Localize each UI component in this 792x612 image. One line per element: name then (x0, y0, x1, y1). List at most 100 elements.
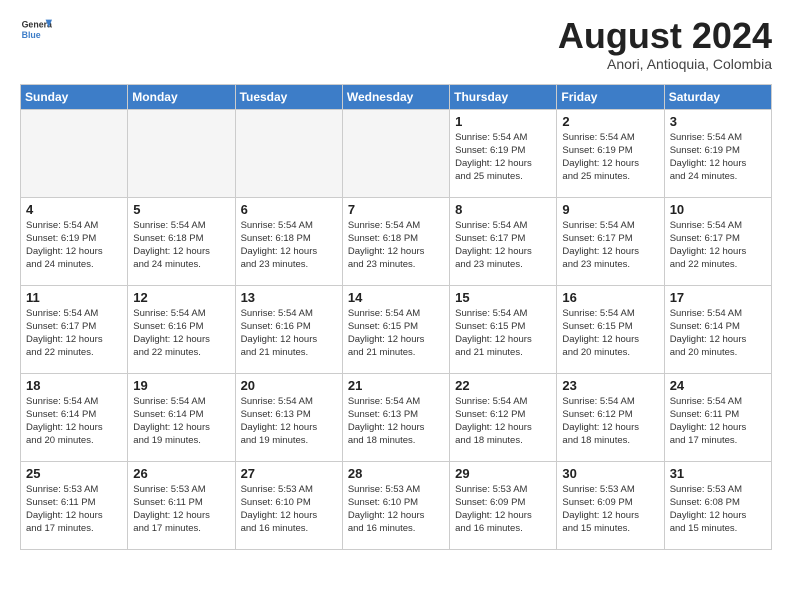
calendar-cell: 28 Sunrise: 5:53 AM Sunset: 6:10 PM Dayli… (342, 461, 449, 549)
day-info: Sunrise: 5:54 AM Sunset: 6:15 PM Dayligh… (348, 307, 444, 360)
day-number: 20 (241, 378, 337, 393)
page-header: General Blue General Blue August 2024 An… (20, 16, 772, 72)
calendar-table: SundayMondayTuesdayWednesdayThursdayFrid… (20, 84, 772, 550)
day-number: 4 (26, 202, 122, 217)
svg-text:Blue: Blue (22, 30, 41, 40)
day-number: 12 (133, 290, 229, 305)
day-info: Sunrise: 5:54 AM Sunset: 6:19 PM Dayligh… (670, 131, 766, 184)
calendar-cell: 15 Sunrise: 5:54 AM Sunset: 6:15 PM Dayli… (450, 285, 557, 373)
day-number: 3 (670, 114, 766, 129)
day-number: 28 (348, 466, 444, 481)
day-info: Sunrise: 5:54 AM Sunset: 6:16 PM Dayligh… (133, 307, 229, 360)
calendar-cell: 8 Sunrise: 5:54 AM Sunset: 6:17 PM Daylig… (450, 197, 557, 285)
col-header-saturday: Saturday (664, 84, 771, 109)
calendar-cell (21, 109, 128, 197)
calendar-cell: 25Sunrise: 5:53 AM Sunset: 6:11 PM Dayli… (21, 461, 128, 549)
day-number: 25 (26, 466, 122, 481)
day-number: 10 (670, 202, 766, 217)
calendar-week-4: 18 Sunrise: 5:54 AM Sunset: 6:14 PM Dayli… (21, 373, 772, 461)
calendar-cell: 14 Sunrise: 5:54 AM Sunset: 6:15 PM Dayli… (342, 285, 449, 373)
calendar-cell: 12 Sunrise: 5:54 AM Sunset: 6:16 PM Dayli… (128, 285, 235, 373)
day-info: Sunrise: 5:54 AM Sunset: 6:19 PM Dayligh… (562, 131, 658, 184)
calendar-cell (342, 109, 449, 197)
day-number: 19 (133, 378, 229, 393)
day-number: 24 (670, 378, 766, 393)
day-number: 23 (562, 378, 658, 393)
calendar-cell: 21Sunrise: 5:54 AM Sunset: 6:13 PM Dayli… (342, 373, 449, 461)
day-number: 22 (455, 378, 551, 393)
logo-icon: General Blue (20, 16, 52, 44)
day-info: Sunrise: 5:54 AM Sunset: 6:12 PM Dayligh… (455, 395, 551, 448)
day-info: Sunrise: 5:54 AM Sunset: 6:17 PM Dayligh… (670, 219, 766, 272)
day-info: Sunrise: 5:54 AM Sunset: 6:13 PM Dayligh… (241, 395, 337, 448)
calendar-cell: 27Sunrise: 5:53 AM Sunset: 6:10 PM Dayli… (235, 461, 342, 549)
calendar-cell: 10 Sunrise: 5:54 AM Sunset: 6:17 PM Dayli… (664, 197, 771, 285)
day-info: Sunrise: 5:54 AM Sunset: 6:15 PM Dayligh… (562, 307, 658, 360)
day-info: Sunrise: 5:54 AM Sunset: 6:18 PM Dayligh… (133, 219, 229, 272)
day-number: 1 (455, 114, 551, 129)
day-info: Sunrise: 5:54 AM Sunset: 6:11 PM Dayligh… (670, 395, 766, 448)
col-header-thursday: Thursday (450, 84, 557, 109)
day-info: Sunrise: 5:53 AM Sunset: 6:10 PM Dayligh… (348, 483, 444, 536)
day-info: Sunrise: 5:53 AM Sunset: 6:09 PM Dayligh… (562, 483, 658, 536)
calendar-cell (128, 109, 235, 197)
day-info: Sunrise: 5:54 AM Sunset: 6:19 PM Dayligh… (26, 219, 122, 272)
calendar-cell: 17Sunrise: 5:54 AM Sunset: 6:14 PM Dayli… (664, 285, 771, 373)
calendar-cell: 26Sunrise: 5:53 AM Sunset: 6:11 PM Dayli… (128, 461, 235, 549)
title-area: August 2024 Anori, Antioquia, Colombia (558, 16, 772, 72)
col-header-tuesday: Tuesday (235, 84, 342, 109)
calendar-cell: 13 Sunrise: 5:54 AM Sunset: 6:16 PM Dayli… (235, 285, 342, 373)
logo: General Blue General Blue (20, 16, 52, 44)
day-info: Sunrise: 5:53 AM Sunset: 6:10 PM Dayligh… (241, 483, 337, 536)
calendar-week-1: 1 Sunrise: 5:54 AM Sunset: 6:19 PM Daylig… (21, 109, 772, 197)
day-number: 29 (455, 466, 551, 481)
day-info: Sunrise: 5:54 AM Sunset: 6:18 PM Dayligh… (241, 219, 337, 272)
calendar-cell: 4 Sunrise: 5:54 AM Sunset: 6:19 PM Daylig… (21, 197, 128, 285)
day-info: Sunrise: 5:54 AM Sunset: 6:18 PM Dayligh… (348, 219, 444, 272)
calendar-cell: 20 Sunrise: 5:54 AM Sunset: 6:13 PM Dayli… (235, 373, 342, 461)
day-number: 31 (670, 466, 766, 481)
col-header-monday: Monday (128, 84, 235, 109)
day-number: 9 (562, 202, 658, 217)
calendar-cell: 18 Sunrise: 5:54 AM Sunset: 6:14 PM Dayli… (21, 373, 128, 461)
day-info: Sunrise: 5:54 AM Sunset: 6:14 PM Dayligh… (133, 395, 229, 448)
day-number: 8 (455, 202, 551, 217)
calendar-cell: 29Sunrise: 5:53 AM Sunset: 6:09 PM Dayli… (450, 461, 557, 549)
calendar-week-2: 4 Sunrise: 5:54 AM Sunset: 6:19 PM Daylig… (21, 197, 772, 285)
day-info: Sunrise: 5:54 AM Sunset: 6:13 PM Dayligh… (348, 395, 444, 448)
day-number: 5 (133, 202, 229, 217)
calendar-week-3: 11 Sunrise: 5:54 AM Sunset: 6:17 PM Dayli… (21, 285, 772, 373)
col-header-friday: Friday (557, 84, 664, 109)
day-number: 11 (26, 290, 122, 305)
day-number: 14 (348, 290, 444, 305)
day-number: 16 (562, 290, 658, 305)
calendar-week-5: 25 Sunrise: 5:53 AM Sunset: 6:11 PM Dayli… (21, 461, 772, 549)
day-number: 17 (670, 290, 766, 305)
day-info: Sunrise: 5:53 AM Sunset: 6:11 PM Dayligh… (133, 483, 229, 536)
day-info: Sunrise: 5:54 AM Sunset: 6:15 PM Dayligh… (455, 307, 551, 360)
day-info: Sunrise: 5:54 AM Sunset: 6:17 PM Dayligh… (562, 219, 658, 272)
calendar-cell: 23Sunrise: 5:54 AM Sunset: 6:12 PM Dayli… (557, 373, 664, 461)
calendar-cell: 9 Sunrise: 5:54 AM Sunset: 6:17 PM Daylig… (557, 197, 664, 285)
day-info: Sunrise: 5:54 AM Sunset: 6:17 PM Dayligh… (26, 307, 122, 360)
day-info: Sunrise: 5:54 AM Sunset: 6:14 PM Dayligh… (26, 395, 122, 448)
day-info: Sunrise: 5:54 AM Sunset: 6:17 PM Dayligh… (455, 219, 551, 272)
calendar-cell: 11 Sunrise: 5:54 AM Sunset: 6:17 PM Dayli… (21, 285, 128, 373)
calendar-cell: 19 Sunrise: 5:54 AM Sunset: 6:14 PM Dayli… (128, 373, 235, 461)
day-number: 7 (348, 202, 444, 217)
calendar-cell: 24 Sunrise: 5:54 AM Sunset: 6:11 PM Dayli… (664, 373, 771, 461)
day-number: 18 (26, 378, 122, 393)
calendar-cell: 1Sunrise: 5:54 AM Sunset: 6:19 PM Daylig… (450, 109, 557, 197)
calendar-cell: 30Sunrise: 5:53 AM Sunset: 6:09 PM Dayli… (557, 461, 664, 549)
calendar-cell: 5 Sunrise: 5:54 AM Sunset: 6:18 PM Daylig… (128, 197, 235, 285)
day-number: 13 (241, 290, 337, 305)
day-number: 15 (455, 290, 551, 305)
day-info: Sunrise: 5:53 AM Sunset: 6:08 PM Dayligh… (670, 483, 766, 536)
day-info: Sunrise: 5:54 AM Sunset: 6:16 PM Dayligh… (241, 307, 337, 360)
calendar-cell: 6 Sunrise: 5:54 AM Sunset: 6:18 PM Daylig… (235, 197, 342, 285)
day-number: 6 (241, 202, 337, 217)
calendar-cell: 7 Sunrise: 5:54 AM Sunset: 6:18 PM Daylig… (342, 197, 449, 285)
calendar-cell (235, 109, 342, 197)
calendar-cell: 22 Sunrise: 5:54 AM Sunset: 6:12 PM Dayli… (450, 373, 557, 461)
calendar-cell: 2Sunrise: 5:54 AM Sunset: 6:19 PM Daylig… (557, 109, 664, 197)
